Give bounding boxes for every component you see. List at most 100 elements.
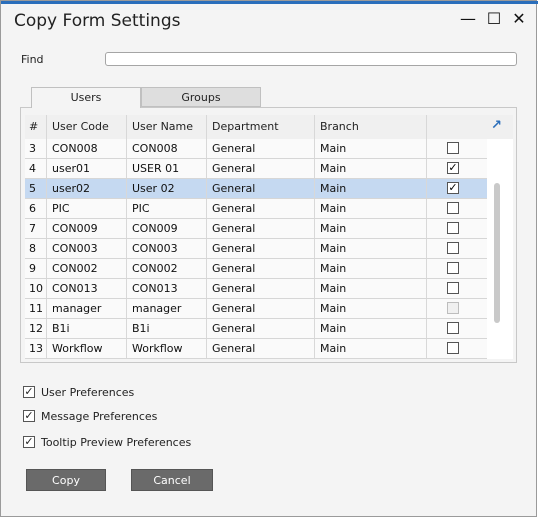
grid-header: # User Code User Name Department Branch … xyxy=(25,115,513,139)
table-cell-name: CON013 xyxy=(127,279,207,298)
table-cell-num: 8 xyxy=(25,239,47,258)
table-cell-code: CON008 xyxy=(47,139,127,158)
row-checkbox[interactable] xyxy=(447,202,459,214)
table-cell-name: manager xyxy=(127,299,207,318)
table-cell-branch: Main xyxy=(315,239,427,258)
table-cell-dept: General xyxy=(207,319,315,338)
table-cell-select xyxy=(427,279,487,298)
table-row[interactable]: 5 user02 User 02 General Main ✓ xyxy=(25,179,487,199)
copy-button[interactable]: Copy xyxy=(26,469,106,491)
table-cell-code: B1i xyxy=(47,319,127,338)
table-cell-branch: Main xyxy=(315,339,427,358)
column-header-user-code[interactable]: User Code xyxy=(47,115,127,139)
table-cell-num: 4 xyxy=(25,159,47,178)
table-cell-code: PIC xyxy=(47,199,127,218)
table-cell-num: 5 xyxy=(25,179,47,198)
table-row[interactable]: 10 CON013 CON013 General Main xyxy=(25,279,487,299)
table-cell-branch: Main xyxy=(315,299,427,318)
table-cell-dept: General xyxy=(207,299,315,318)
table-cell-name: Workflow xyxy=(127,339,207,358)
row-checkbox[interactable] xyxy=(447,222,459,234)
table-cell-dept: General xyxy=(207,279,315,298)
table-cell-dept: General xyxy=(207,259,315,278)
tab-groups[interactable]: Groups xyxy=(141,87,261,107)
maximize-icon[interactable]: ☐ xyxy=(483,8,505,30)
row-checkbox[interactable] xyxy=(447,322,459,334)
user-preferences-checkbox[interactable]: ✓ xyxy=(23,386,35,398)
table-cell-num: 7 xyxy=(25,219,47,238)
column-header-branch[interactable]: Branch xyxy=(315,115,427,139)
table-cell-code: CON002 xyxy=(47,259,127,278)
table-cell-dept: General xyxy=(207,139,315,158)
table-cell-branch: Main xyxy=(315,319,427,338)
row-checkbox[interactable] xyxy=(447,142,459,154)
table-row[interactable]: 4 user01 USER 01 General Main ✓ xyxy=(25,159,487,179)
table-cell-num: 12 xyxy=(25,319,47,338)
expand-arrow-icon[interactable]: ↗ xyxy=(491,119,504,132)
table-cell-num: 9 xyxy=(25,259,47,278)
row-checkbox[interactable] xyxy=(447,282,459,294)
row-checkbox[interactable] xyxy=(447,342,459,354)
column-header-department[interactable]: Department xyxy=(207,115,315,139)
table-cell-code: CON013 xyxy=(47,279,127,298)
table-cell-code: CON009 xyxy=(47,219,127,238)
table-cell-dept: General xyxy=(207,339,315,358)
table-cell-num: 13 xyxy=(25,339,47,358)
table-row[interactable]: 3 CON008 CON008 General Main xyxy=(25,139,487,159)
table-cell-code: manager xyxy=(47,299,127,318)
row-checkbox[interactable]: ✓ xyxy=(447,182,459,194)
table-cell-name: User 02 xyxy=(127,179,207,198)
window-title: Copy Form Settings xyxy=(14,11,181,31)
table-row[interactable]: 12 B1i B1i General Main xyxy=(25,319,487,339)
scrollbar-thumb[interactable] xyxy=(494,183,500,323)
copy-form-settings-window: Copy Form Settings — ☐ ✕ Find Users Grou… xyxy=(0,0,538,517)
table-cell-num: 10 xyxy=(25,279,47,298)
tab-users[interactable]: Users xyxy=(31,87,141,108)
tooltip-preview-preferences-checkbox[interactable]: ✓ xyxy=(23,436,35,448)
table-cell-select xyxy=(427,299,487,318)
title-bar: Copy Form Settings — ☐ ✕ xyxy=(1,4,536,38)
table-cell-select xyxy=(427,339,487,358)
table-cell-branch: Main xyxy=(315,219,427,238)
table-cell-dept: General xyxy=(207,199,315,218)
tooltip-preview-preferences-label: Tooltip Preview Preferences xyxy=(41,436,192,449)
table-row[interactable]: 9 CON002 CON002 General Main xyxy=(25,259,487,279)
cancel-button[interactable]: Cancel xyxy=(131,469,213,491)
column-header-number[interactable]: # xyxy=(25,115,47,139)
row-checkbox[interactable] xyxy=(447,262,459,274)
vertical-scrollbar[interactable] xyxy=(491,159,503,327)
table-row[interactable]: 13 Workflow Workflow General Main xyxy=(25,339,487,359)
table-cell-name: CON002 xyxy=(127,259,207,278)
table-cell-num: 3 xyxy=(25,139,47,158)
table-cell-code: user02 xyxy=(47,179,127,198)
table-cell-select xyxy=(427,259,487,278)
table-cell-name: PIC xyxy=(127,199,207,218)
minimize-icon[interactable]: — xyxy=(457,8,479,30)
table-row[interactable]: 6 PIC PIC General Main xyxy=(25,199,487,219)
find-input[interactable] xyxy=(105,52,517,66)
row-checkbox[interactable]: ✓ xyxy=(447,162,459,174)
table-cell-dept: General xyxy=(207,239,315,258)
table-cell-num: 6 xyxy=(25,199,47,218)
table-cell-name: CON003 xyxy=(127,239,207,258)
table-cell-branch: Main xyxy=(315,259,427,278)
column-header-user-name[interactable]: User Name xyxy=(127,115,207,139)
table-cell-name: B1i xyxy=(127,319,207,338)
table-cell-num: 11 xyxy=(25,299,47,318)
message-preferences-checkbox[interactable]: ✓ xyxy=(23,410,35,422)
table-cell-code: CON003 xyxy=(47,239,127,258)
table-cell-dept: General xyxy=(207,159,315,178)
table-cell-code: user01 xyxy=(47,159,127,178)
table-cell-select xyxy=(427,199,487,218)
table-cell-select: ✓ xyxy=(427,179,487,198)
table-cell-branch: Main xyxy=(315,279,427,298)
table-cell-name: CON009 xyxy=(127,219,207,238)
close-icon[interactable]: ✕ xyxy=(508,8,530,30)
row-checkbox[interactable] xyxy=(447,242,459,254)
column-header-select[interactable] xyxy=(427,115,487,139)
table-row[interactable]: 11 manager manager General Main xyxy=(25,299,487,319)
message-preferences-label: Message Preferences xyxy=(41,410,158,423)
table-row[interactable]: 7 CON009 CON009 General Main xyxy=(25,219,487,239)
table-cell-dept: General xyxy=(207,179,315,198)
table-row[interactable]: 8 CON003 CON003 General Main xyxy=(25,239,487,259)
